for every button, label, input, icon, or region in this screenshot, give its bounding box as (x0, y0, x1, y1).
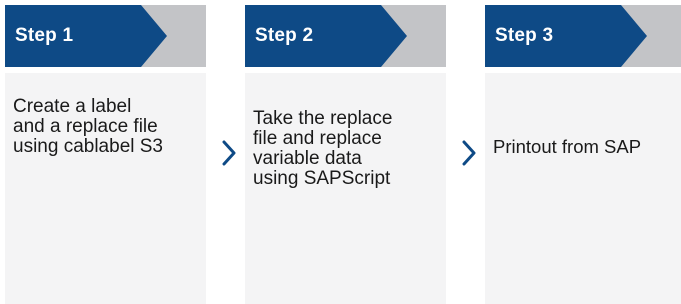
step-1-body: Create a label and a replace file using … (5, 73, 206, 304)
step-1-description: Create a label and a replace file using … (13, 96, 163, 157)
step-2-title: Step 2 (255, 25, 314, 46)
step-2-header: Step 2 (245, 5, 446, 67)
step-3-title: Step 3 (495, 25, 554, 46)
step-3-description: Printout from SAP (493, 136, 642, 157)
step-1-header: Step 1 (5, 5, 206, 67)
step-1-card: Step 1 Create a label and a replace file… (5, 5, 206, 304)
step-3-card: Step 3 Printout from SAP (485, 5, 681, 304)
chevron-right-icon (461, 140, 477, 166)
step-2-body: Take the replace file and replace variab… (245, 73, 446, 304)
step-3-header: Step 3 (485, 5, 681, 67)
chevron-right-icon (221, 140, 237, 166)
step-2-description: Take the replace file and replace variab… (253, 108, 393, 189)
step-1-title: Step 1 (15, 25, 74, 46)
step-2-card: Step 2 Take the replace file and replace… (245, 5, 446, 304)
step-3-body: Printout from SAP (485, 73, 681, 304)
